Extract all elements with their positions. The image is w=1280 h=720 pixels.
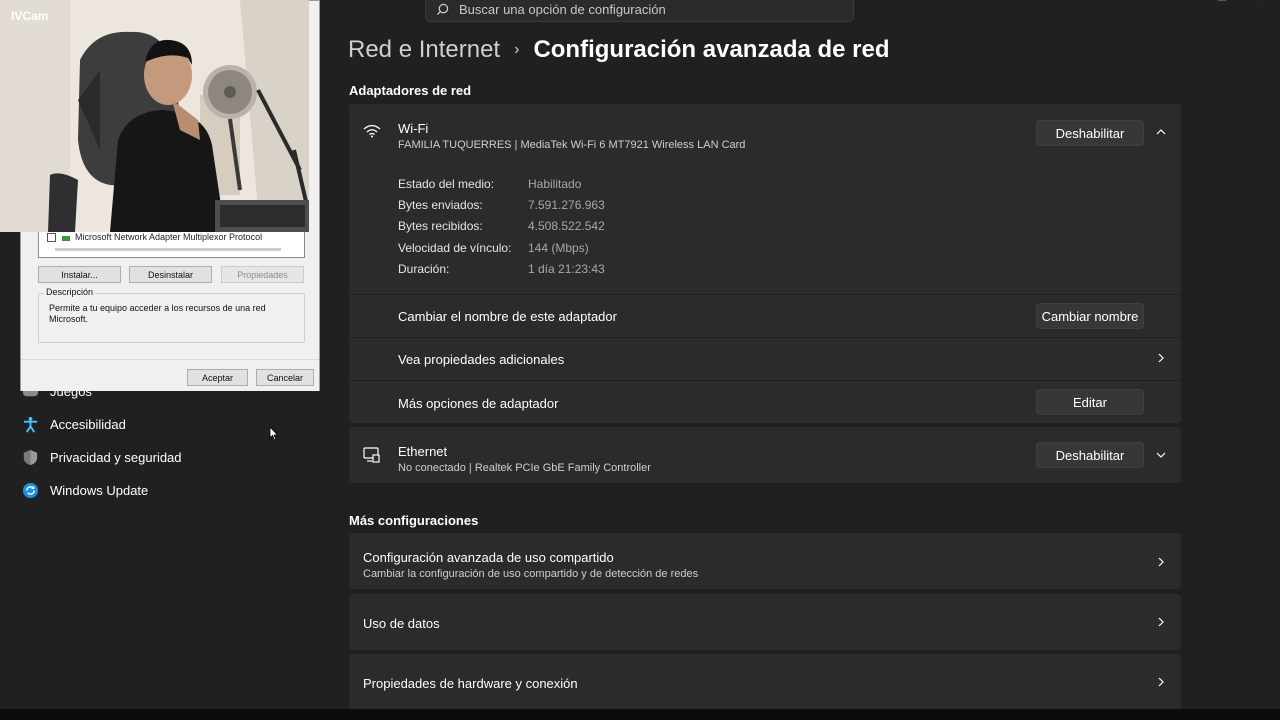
checkbox[interactable]: [47, 232, 56, 242]
dialog-footer: Aceptar Cancelar: [21, 359, 319, 391]
section-title-adapters: Adaptadores de red: [349, 83, 472, 98]
ethernet-adapter-card[interactable]: Ethernet No conectado | Realtek PCIe GbE…: [349, 427, 1181, 483]
chevron-right-icon: [1158, 677, 1164, 687]
accessibility-icon: [23, 416, 38, 433]
wifi-properties-panel: Estado del medio: Habilitado Bytes envia…: [349, 160, 1181, 294]
breadcrumb-separator: ›: [514, 41, 520, 58]
description-group: Descripción Permite a tu equipo acceder …: [38, 287, 305, 343]
sidebar-item-label: Accesibilidad: [50, 417, 126, 432]
rename-button[interactable]: Cambiar nombre: [1036, 303, 1144, 329]
mouse-cursor-icon: [269, 426, 279, 441]
sidebar-item-privacy[interactable]: Privacidad y seguridad: [22, 449, 182, 466]
property-value: 4.508.522.542: [528, 219, 605, 233]
advanced-sharing-title: Configuración avanzada de uso compartido: [363, 550, 614, 565]
property-value: 144 (Mbps): [528, 241, 589, 255]
page-title: Configuración avanzada de red: [533, 36, 890, 63]
webcam-overlay: IVCam: [0, 0, 309, 232]
advanced-sharing-subtitle: Cambiar la configuración de uso comparti…: [363, 568, 699, 580]
ethernet-adapter-name: Ethernet: [398, 444, 448, 459]
wifi-adapter-description: FAMILIA TUQUERRES | MediaTek Wi-Fi 6 MT7…: [398, 139, 746, 151]
chevron-down-icon[interactable]: [1155, 449, 1167, 461]
sidebar-item-label: Privacidad y seguridad: [50, 450, 182, 465]
chevron-right-icon: [1158, 617, 1164, 627]
network-component-icon: [62, 235, 70, 241]
additional-properties-row[interactable]: Vea propiedades adicionales: [349, 338, 1181, 380]
edit-button[interactable]: Editar: [1036, 389, 1144, 415]
ethernet-icon: [363, 447, 380, 463]
install-button[interactable]: Instalar...: [38, 266, 121, 283]
ok-button[interactable]: Aceptar: [187, 369, 248, 386]
minimize-icon[interactable]: [1180, 0, 1192, 6]
more-adapter-options-row: Más opciones de adaptador Editar: [349, 381, 1181, 423]
horizontal-scrollbar[interactable]: [55, 248, 281, 251]
property-value: Habilitado: [528, 177, 582, 191]
property-value: 7.591.276.963: [528, 198, 605, 212]
wifi-adapter-card[interactable]: Wi-Fi FAMILIA TUQUERRES | MediaTek Wi-Fi…: [349, 104, 1181, 160]
more-adapter-options-label: Más opciones de adaptador: [398, 396, 559, 411]
property-key: Estado del medio:: [398, 177, 495, 191]
property-value: 1 día 21:23:43: [528, 262, 605, 276]
wifi-icon: [363, 124, 381, 138]
update-icon: [22, 482, 39, 499]
additional-properties-label: Vea propiedades adicionales: [398, 352, 565, 367]
property-row: Estado del medio: Habilitado: [398, 177, 581, 191]
sidebar-item-windows-update[interactable]: Windows Update: [22, 482, 148, 499]
wifi-adapter-name: Wi-Fi: [398, 121, 429, 136]
sidebar-item-accessibility[interactable]: Accesibilidad: [22, 416, 126, 433]
section-title-more: Más configuraciones: [349, 513, 479, 528]
data-usage-title: Uso de datos: [363, 616, 440, 631]
list-item-label: Microsoft Network Adapter Multiplexor Pr…: [75, 232, 263, 242]
chevron-up-icon[interactable]: [1155, 126, 1167, 138]
property-key: Duración:: [398, 262, 450, 276]
breadcrumb: Red e Internet › Configuración avanzada …: [348, 36, 890, 64]
property-row: Bytes recibidos: 4.508.522.542: [398, 219, 605, 233]
advanced-sharing-row[interactable]: Configuración avanzada de uso compartido…: [349, 533, 1181, 589]
breadcrumb-parent[interactable]: Red e Internet: [348, 36, 500, 64]
rename-adapter-row: Cambiar el nombre de este adaptador Camb…: [349, 295, 1181, 337]
description-legend: Descripción: [44, 287, 96, 297]
hardware-properties-row[interactable]: Propiedades de hardware y conexión: [349, 654, 1181, 709]
wifi-disable-button[interactable]: Deshabilitar: [1036, 120, 1144, 146]
ethernet-disable-button[interactable]: Deshabilitar: [1036, 442, 1144, 468]
chevron-right-icon: [1158, 557, 1164, 567]
property-row: Velocidad de vínculo: 144 (Mbps): [398, 241, 589, 255]
rename-adapter-label: Cambiar el nombre de este adaptador: [398, 309, 617, 324]
sidebar-item-label: Windows Update: [50, 483, 149, 498]
close-icon[interactable]: [1254, 0, 1266, 6]
list-item[interactable]: Microsoft Network Adapter Multiplexor Pr…: [47, 232, 262, 242]
taskbar-edge: [0, 709, 1280, 720]
chevron-right-icon: [1158, 353, 1164, 363]
maximize-icon[interactable]: [1216, 0, 1228, 6]
hardware-properties-title: Propiedades de hardware y conexión: [363, 676, 578, 691]
search-box[interactable]: Buscar una opción de configuración: [425, 0, 854, 22]
search-icon: [436, 3, 449, 15]
property-row: Bytes enviados: 7.591.276.963: [398, 198, 605, 212]
description-text: Permite a tu equipo acceder a los recurs…: [49, 303, 266, 324]
property-key: Bytes recibidos:: [398, 219, 483, 233]
webcam-app-label: IVCam: [11, 9, 49, 23]
data-usage-row[interactable]: Uso de datos: [349, 594, 1181, 650]
shield-icon: [23, 449, 38, 466]
ethernet-adapter-description: No conectado | Realtek PCIe GbE Family C…: [398, 462, 651, 474]
webcam-feed-image: [0, 0, 309, 232]
property-key: Velocidad de vínculo:: [398, 241, 512, 255]
uninstall-button[interactable]: Desinstalar: [129, 266, 212, 283]
property-row: Duración: 1 día 21:23:43: [398, 262, 605, 276]
property-key: Bytes enviados:: [398, 198, 483, 212]
search-input[interactable]: Buscar una opción de configuración: [459, 2, 666, 17]
cancel-button[interactable]: Cancelar: [256, 369, 314, 386]
properties-button[interactable]: Propiedades: [221, 266, 304, 283]
